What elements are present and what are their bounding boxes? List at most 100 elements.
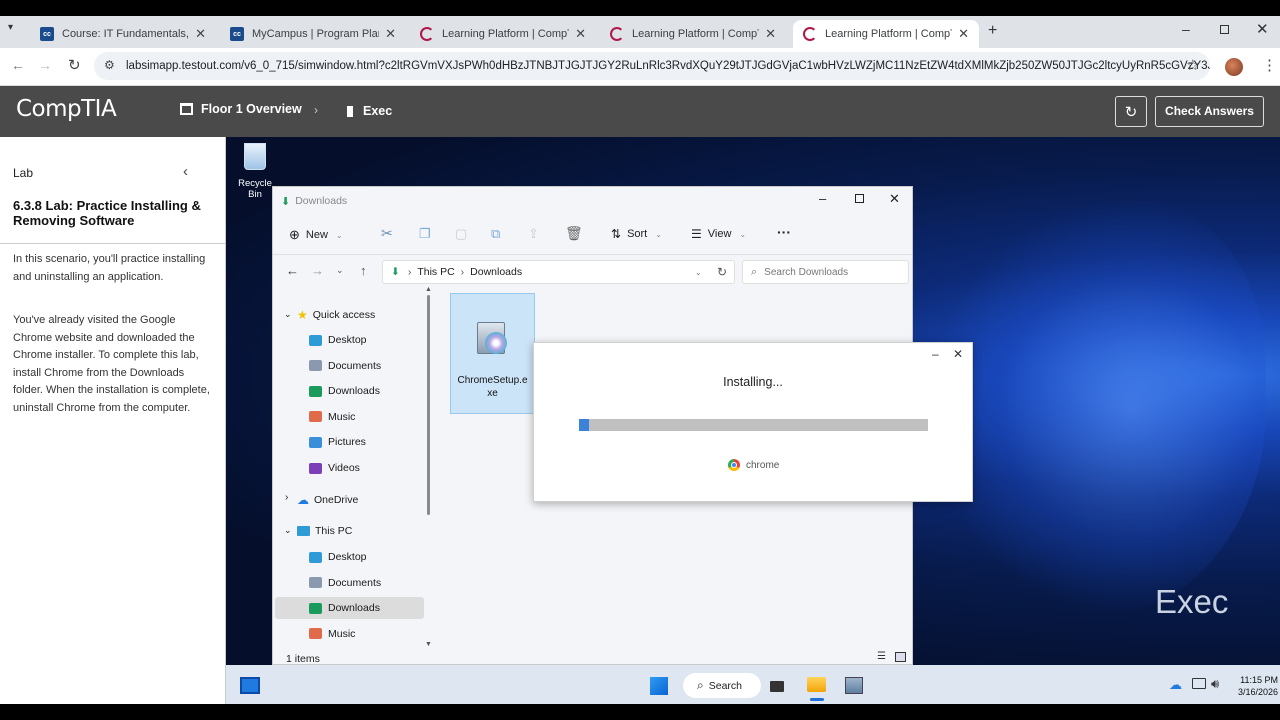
nav-item-pictures[interactable]: Pictures [309,436,366,448]
nav-item-music[interactable]: Music [309,628,355,640]
nav-item-label: Downloads [328,602,380,615]
browser-tab[interactable]: Learning Platform | CompTIA ✕ [793,20,979,48]
widgets-icon[interactable] [240,677,260,694]
collapse-panel-icon[interactable]: ‹ [183,163,188,180]
nav-item-documents[interactable]: Documents [309,360,381,372]
reset-button[interactable]: ↻ [1115,96,1147,127]
nav-onedrive[interactable]: ☁ OneDrive [297,493,358,507]
breadcrumb-bar[interactable]: ⬇ › This PC › Downloads ⌄ ↻ [382,260,735,284]
installer-package-icon [475,320,511,356]
close-tab-icon[interactable]: ✕ [575,26,586,42]
installer-minimize[interactable]: – [932,347,939,361]
expand-chevron-icon[interactable]: › [285,492,288,503]
tiles-view-icon[interactable] [895,652,906,662]
task-view-icon[interactable] [770,681,784,692]
minimize-button[interactable]: – [1182,21,1190,37]
downloads-folder-icon [309,385,322,397]
lab-paragraph-2: You've already visited the Google Chrome… [13,314,210,414]
exec-watermark: Exec [1155,583,1229,620]
recycle-bin-icon [244,143,266,170]
recent-locations-icon[interactable]: ⌄ [336,265,344,276]
view-button[interactable]: ☰ View ⌄ [691,227,746,241]
restore-button[interactable] [1220,25,1229,34]
file-explorer-taskbar-icon[interactable] [807,677,826,692]
expand-chevron-icon[interactable]: ⌄ [284,309,292,320]
more-options-button[interactable]: ··· [777,224,791,240]
installer-close[interactable]: ✕ [953,347,963,361]
browser-tab[interactable]: Learning Platform | CompTIA ✕ [600,20,786,48]
nav-item-label: Music [328,627,356,640]
reload-icon[interactable]: ↻ [68,56,81,74]
comptia-favicon-icon [420,27,434,41]
forward-icon[interactable]: → [38,57,52,73]
explorer-titlebar: ⬇ Downloads [273,187,912,215]
menu-kebab-icon[interactable]: ⋮ [1262,56,1277,74]
explorer-minimize[interactable]: – [819,191,826,206]
details-view-icon[interactable]: ☰ [877,651,886,662]
new-tab-button[interactable]: + [988,22,997,40]
crumb-downloads[interactable]: Downloads [470,266,522,278]
taskbar-search[interactable]: ⌕ Search [683,673,761,698]
item-count: 1 items [286,653,320,665]
expand-chevron-icon[interactable]: ⌄ [284,525,292,536]
close-tab-icon[interactable]: ✕ [765,26,776,42]
exec-crumb[interactable]: Exec [342,104,392,118]
back-icon[interactable]: ← [11,57,25,73]
tab-search-button[interactable]: ▾ [8,22,24,38]
explorer-close[interactable]: ✕ [889,191,900,207]
close-window-button[interactable]: ✕ [1256,20,1269,38]
star-icon: ★ [297,308,308,322]
close-tab-icon[interactable]: ✕ [385,26,396,42]
site-info-icon[interactable]: ⚙ [104,58,115,72]
scroll-down-icon[interactable]: ▼ [425,641,432,648]
nav-quick-access[interactable]: ★ Quick access [297,308,375,322]
browser-tab[interactable]: Learning Platform | CompTIA ✕ [410,20,596,48]
clock[interactable]: 11:15 PM 3/16/2026 [1226,674,1278,698]
nav-item-videos[interactable]: Videos [309,462,360,474]
file-item-chromesetup[interactable]: ChromeSetup.e xe [450,293,535,414]
up-nav-icon[interactable]: ↑ [360,263,367,278]
rename-icon[interactable]: ⧉ [491,226,500,242]
check-answers-button[interactable]: Check Answers [1155,96,1264,127]
nav-item-label: Videos [328,462,360,474]
nav-this-pc[interactable]: This PC [297,525,352,537]
cut-icon[interactable]: ✂ [381,225,393,242]
bookmark-star-icon[interactable]: ☆ [1186,56,1199,74]
delete-icon[interactable]: 🗑 [565,225,583,242]
volume-tray-icon[interactable]: 🔊︎ [1211,676,1219,692]
sort-button[interactable]: ⇅ Sort ⌄ [611,227,662,241]
nav-item-desktop[interactable]: Desktop [309,334,367,346]
browser-tab[interactable]: cc MyCampus | Program Plan ✕ [220,20,406,48]
new-button[interactable]: ⊕ New ⌄ [289,227,343,243]
close-tab-icon[interactable]: ✕ [195,26,206,42]
nav-item-desktop[interactable]: Desktop [309,551,367,563]
installer-taskbar-icon[interactable] [845,677,863,694]
explorer-maximize[interactable] [855,194,864,203]
clock-date: 3/16/2026 [1237,687,1278,697]
network-tray-icon[interactable] [1192,678,1206,689]
nav-scrollbar[interactable] [427,295,430,515]
refresh-icon[interactable]: ↻ [717,265,727,279]
nav-item-label: Desktop [328,334,367,346]
cloud-icon: ☁ [297,493,309,507]
browser-tab[interactable]: cc Course: IT Fundamentals, : ✕ [30,20,216,48]
onedrive-tray-icon[interactable]: ☁ [1169,677,1182,693]
forward-nav-icon[interactable]: → [311,263,324,278]
nav-item-downloads[interactable]: Downloads [309,385,380,397]
floor-overview-crumb[interactable]: Floor 1 Overview [180,102,302,116]
copy-icon[interactable]: ❐ [419,226,431,242]
downloads-icon: ⬇ [281,195,291,208]
profile-avatar[interactable] [1225,58,1243,76]
start-button[interactable] [649,676,668,695]
crumb-this-pc[interactable]: This PC [417,266,454,278]
scroll-up-icon[interactable]: ▲ [425,286,432,293]
nav-item-label: Music [328,410,356,423]
lab-paragraph-1: In this scenario, you'll practice instal… [13,253,206,283]
nav-item-music[interactable]: Music [309,411,355,423]
nav-item-downloads[interactable]: Downloads [309,602,380,614]
nav-item-documents[interactable]: Documents [309,577,381,589]
back-nav-icon[interactable]: ← [286,263,299,278]
search-box[interactable]: ⌕ Search Downloads [742,260,909,284]
address-bar[interactable]: ⚙ labsimapp.testout.com/v6_0_715/simwind… [94,52,1210,80]
close-tab-icon[interactable]: ✕ [958,26,969,42]
